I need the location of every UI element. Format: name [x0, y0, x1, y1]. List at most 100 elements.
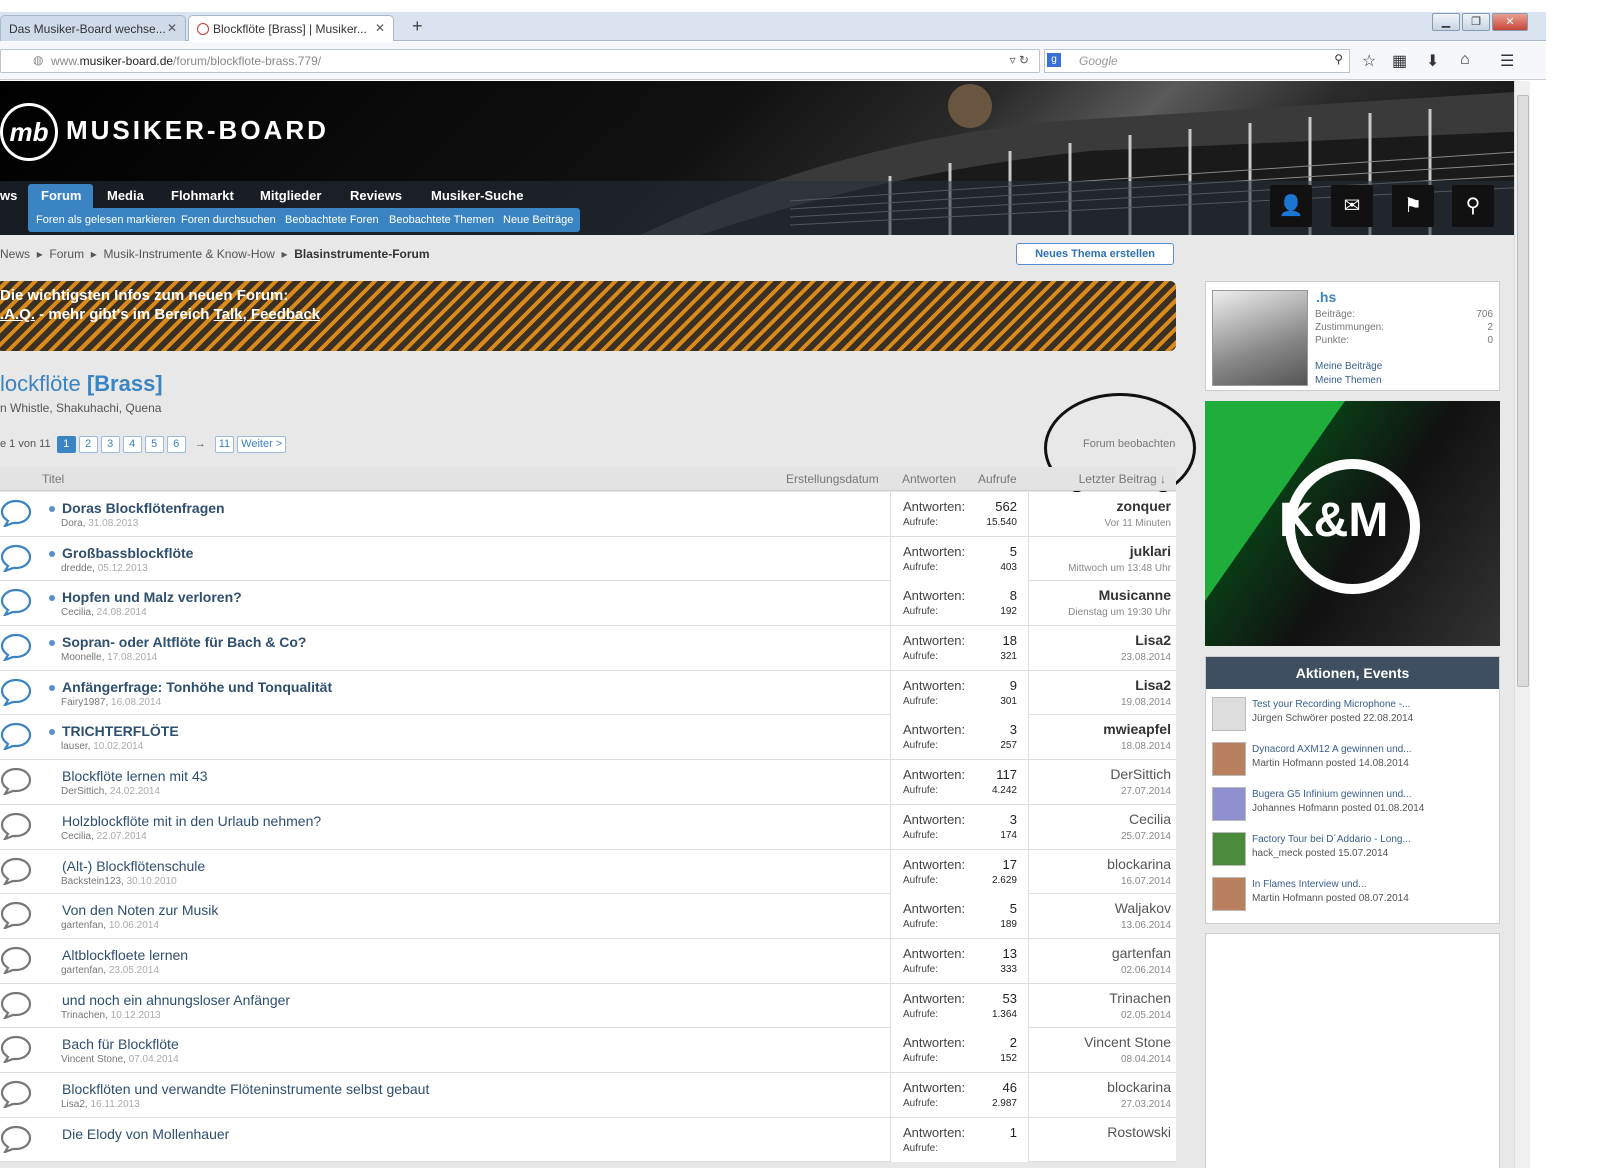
page-link[interactable]: 5	[144, 436, 164, 453]
site-logo[interactable]: mb MUSIKER-BOARD	[0, 103, 329, 161]
thread-author[interactable]: Vincent Stone,	[61, 1054, 126, 1065]
last-post-user[interactable]: juklari	[1130, 543, 1171, 559]
page-link[interactable]: 4	[122, 436, 142, 453]
last-post-user[interactable]: Musicanne	[1099, 587, 1171, 603]
subnav-watched-threads[interactable]: Beobachtete Themen	[389, 214, 494, 226]
page-link[interactable]: 6	[166, 436, 186, 453]
table-row[interactable]: Anfängerfrage: Tonhöhe und Tonqualität Fa…	[0, 670, 1176, 716]
col-last-post[interactable]: Letzter Beitrag ↓	[1079, 472, 1166, 486]
table-row[interactable]: Holzblockflöte mit in den Urlaub nehmen?…	[0, 804, 1176, 850]
thread-author[interactable]: dredde,	[61, 563, 95, 574]
event-item[interactable]: Factory Tour bei D´Addario - Long... hack…	[1212, 832, 1497, 870]
home-icon[interactable]: ⌂	[1460, 51, 1470, 69]
table-row[interactable]: Altblockfloete lernen gartenfan, 23.05.20…	[0, 938, 1176, 984]
last-post-date[interactable]: 08.04.2014	[1121, 1054, 1171, 1065]
restore-icon[interactable]: ❐	[1462, 13, 1490, 31]
last-post-user[interactable]: zonquer	[1117, 498, 1171, 514]
thread-title[interactable]: Altblockfloete lernen	[62, 947, 188, 963]
event-item[interactable]: Bugera G5 Infinium gewinnen und... Johann…	[1212, 787, 1497, 825]
subnav-search-forums[interactable]: Foren durchsuchen	[181, 214, 276, 226]
nav-item-news[interactable]: ws	[0, 188, 17, 203]
thread-title[interactable]: Die Elody von Mollenhauer	[62, 1126, 229, 1142]
thread-author[interactable]: gartenfan,	[61, 965, 106, 976]
breadcrumb-item[interactable]: Forum	[49, 247, 84, 261]
thread-title[interactable]: Bach für Blockflöte	[62, 1036, 179, 1052]
browser-tab-active[interactable]: Blockflöte [Brass] | Musiker... ✕	[188, 15, 394, 41]
event-thumbnail[interactable]	[1212, 832, 1246, 866]
subnav-new-posts[interactable]: Neue Beiträge	[503, 214, 573, 226]
nav-item-forum[interactable]: Forum	[41, 188, 81, 203]
nav-item-media[interactable]: Media	[107, 188, 144, 203]
breadcrumb-item[interactable]: News	[0, 247, 30, 261]
search-icon[interactable]: ⚲	[1334, 52, 1343, 66]
close-tab-icon[interactable]: ✕	[375, 21, 385, 35]
subnav-mark-read[interactable]: Foren als gelesen markieren	[36, 214, 175, 226]
last-post-user[interactable]: Trinachen	[1109, 990, 1171, 1006]
table-row[interactable]: Blockflöte lernen mit 43 DerSittich, 24.0…	[0, 760, 1176, 805]
event-thumbnail[interactable]	[1212, 742, 1246, 776]
close-tab-icon[interactable]: ✕	[167, 21, 177, 35]
table-row[interactable]: Sopran- oder Altflöte für Bach & Co? Moon…	[0, 626, 1176, 671]
col-title[interactable]: Titel	[42, 472, 64, 486]
breadcrumb-item[interactable]: Musik-Instrumente & Know-How	[103, 247, 274, 261]
thread-title[interactable]: Doras Blockflötenfragen	[62, 500, 225, 516]
table-row[interactable]: Hopfen und Malz verloren? Cecilia, 24.08.…	[0, 581, 1176, 627]
my-posts-link[interactable]: Meine Beiträge	[1315, 361, 1382, 372]
nav-item-mitglieder[interactable]: Mitglieder	[260, 188, 321, 203]
thread-author[interactable]: Trinachen,	[61, 1010, 108, 1021]
thread-title[interactable]: Holzblockflöte mit in den Urlaub nehmen?	[62, 813, 321, 829]
bookmark-star-icon[interactable]: ☆	[1362, 51, 1376, 71]
thread-title[interactable]: Anfängerfrage: Tonhöhe und Tonqualität	[62, 679, 332, 695]
col-views[interactable]: Aufrufe	[978, 472, 1017, 486]
avatar[interactable]	[1212, 290, 1308, 386]
download-icon[interactable]: ⬇	[1426, 51, 1439, 71]
last-post-date[interactable]: 27.03.2014	[1121, 1099, 1171, 1110]
table-row[interactable]: Doras Blockflötenfragen Dora, 31.08.2013 A…	[0, 492, 1176, 537]
menu-icon[interactable]: ☰	[1500, 51, 1514, 71]
minimize-icon[interactable]: ▁	[1432, 13, 1460, 31]
search-icon[interactable]: ⚲	[1452, 185, 1494, 227]
event-title[interactable]: Test your Recording Microphone -...	[1252, 699, 1410, 710]
event-item[interactable]: In Flames Interview und... Martin Hofmann…	[1212, 877, 1497, 915]
last-post-user[interactable]: Waljakov	[1115, 900, 1171, 916]
last-post-user[interactable]: Rostowski	[1107, 1124, 1171, 1140]
close-window-icon[interactable]: ✕	[1492, 13, 1528, 31]
table-row[interactable]: und noch ein ahnungsloser Anfänger Trinac…	[0, 983, 1176, 1029]
page-link[interactable]: 1	[56, 436, 76, 453]
address-bar[interactable]: ◍ www.musiker-board.de/forum/blockflote-…	[0, 49, 1040, 73]
subnav-watched-forums[interactable]: Beobachtete Foren	[285, 214, 379, 226]
thread-author[interactable]: gartenfan,	[61, 920, 106, 931]
last-post-date[interactable]: 25.07.2014	[1121, 831, 1171, 842]
table-row[interactable]: Blockflöten und verwandte Flöteninstrume…	[0, 1072, 1176, 1118]
last-post-date[interactable]: Dienstag um 19:30 Uhr	[1068, 607, 1171, 618]
thread-author[interactable]: Cecilia,	[61, 607, 94, 618]
event-item[interactable]: Test your Recording Microphone -... Jürge…	[1212, 697, 1497, 735]
mail-icon[interactable]: ✉	[1331, 185, 1373, 227]
thread-title[interactable]: Von den Noten zur Musik	[62, 902, 218, 918]
last-post-date[interactable]: 02.06.2014	[1121, 965, 1171, 976]
nav-item-flohmarkt[interactable]: Flohmarkt	[171, 188, 234, 203]
browser-tab-inactive[interactable]: Das Musiker-Board wechse... ✕	[0, 15, 186, 41]
bookmarks-list-icon[interactable]: ▦	[1392, 51, 1407, 71]
thread-author[interactable]: Backstein123,	[61, 876, 124, 887]
last-post-date[interactable]: 13.06.2014	[1121, 920, 1171, 931]
table-row[interactable]: Großbassblockflöte dredde, 05.12.2013 Antw…	[0, 536, 1176, 582]
event-title[interactable]: Factory Tour bei D´Addario - Long...	[1252, 834, 1411, 845]
last-post-date[interactable]: 23.08.2014	[1121, 652, 1171, 663]
event-thumbnail[interactable]	[1212, 697, 1246, 731]
thread-title[interactable]: TRICHTERFLÖTE	[62, 723, 179, 739]
last-post-date[interactable]: 18.08.2014	[1121, 741, 1171, 752]
last-post-date[interactable]: 02.05.2014	[1121, 1010, 1171, 1021]
thread-title[interactable]: Hopfen und Malz verloren?	[62, 589, 242, 605]
table-row[interactable]: Von den Noten zur Musik gartenfan, 10.06.…	[0, 894, 1176, 939]
thread-title[interactable]: (Alt-) Blockflötenschule	[62, 858, 205, 874]
page-scrollbar[interactable]	[1514, 81, 1530, 1168]
table-row[interactable]: TRICHTERFLÖTE lauser, 10.02.2014 Antworten…	[0, 715, 1176, 761]
last-post-date[interactable]: Vor 11 Minuten	[1104, 518, 1171, 529]
page-link-last[interactable]: 11	[214, 436, 235, 453]
flag-icon[interactable]: ⚑	[1392, 185, 1434, 227]
table-row[interactable]: Die Elody von Mollenhauer Antworten: 1 Auf…	[0, 1117, 1176, 1163]
thread-author[interactable]: lauser,	[61, 741, 90, 752]
last-post-user[interactable]: Vincent Stone	[1084, 1034, 1171, 1050]
last-post-user[interactable]: gartenfan	[1112, 945, 1171, 961]
